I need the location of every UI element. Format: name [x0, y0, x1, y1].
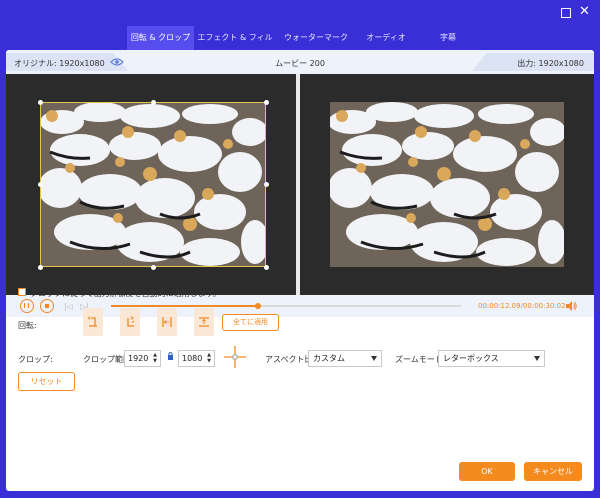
tab-subtitle[interactable]: 字幕 [416, 26, 480, 50]
chevron-down-icon [371, 356, 377, 361]
crop-handle-top[interactable] [150, 99, 156, 105]
tab-audio[interactable]: オーディオ [356, 26, 416, 50]
flip-horizontal-button[interactable] [157, 308, 177, 336]
info-bar: オリジナル: 1920x1080 ムービー 200 出力: 1920x1080 [6, 50, 594, 74]
crop-width-stepper[interactable]: ▲ ▼ [151, 352, 159, 365]
stop-icon [44, 303, 49, 308]
crop-handle-left[interactable] [37, 182, 43, 187]
timeline-progress [111, 305, 258, 307]
link-aspect-icon[interactable] [167, 351, 174, 361]
stop-button[interactable] [40, 299, 54, 313]
timeline-track[interactable] [111, 303, 461, 309]
crop-box[interactable] [40, 102, 266, 267]
rotation-label: 回転: [18, 321, 37, 330]
duration: 00:00:30.02 [522, 302, 566, 310]
flip-vertical-icon [199, 317, 209, 327]
chevron-down-icon [534, 356, 540, 361]
zoom-mode-select[interactable]: レターボックス [438, 350, 545, 367]
time-display: 00:00:12.09/00:00:30.02 [478, 302, 566, 310]
crop-handle-top-right[interactable] [263, 99, 269, 105]
pause-button[interactable] [20, 299, 34, 313]
current-time: 00:00:12.09 [478, 302, 521, 310]
crop-width-input[interactable]: 1920 ▲ ▼ [124, 350, 161, 367]
zoom-mode-value: レターボックス [443, 354, 499, 363]
previous-frame-icon[interactable]: |◁ [64, 302, 73, 311]
flip-vertical-button[interactable] [194, 308, 214, 336]
output-resolution: 出力: 1920x1080 [517, 59, 584, 68]
tab-rotate-crop[interactable]: 回転 & クロップ [127, 26, 194, 50]
tab-effects-filters[interactable]: エフェクト & フィルター [194, 26, 276, 66]
crop-handle-bottom-right[interactable] [263, 264, 269, 270]
rotate-right-icon [127, 316, 135, 327]
reset-button[interactable]: リセット [18, 372, 75, 391]
center-crop-icon[interactable] [224, 346, 246, 368]
volume-icon[interactable] [565, 300, 577, 312]
crop-handle-bottom[interactable] [150, 264, 156, 270]
crop-height-input[interactable]: 1080 ▲ ▼ [178, 350, 215, 367]
maximize-icon[interactable] [561, 8, 571, 18]
rotate-left-icon [87, 316, 97, 327]
auto-apply-checkbox[interactable] [18, 288, 26, 296]
pause-icon [24, 303, 29, 308]
crop-label: クロップ: [18, 355, 53, 364]
editor-panel: オリジナル: 1920x1080 ムービー 200 出力: 1920x1080 [6, 50, 594, 491]
crop-height-stepper[interactable]: ▲ ▼ [205, 352, 213, 365]
cancel-button[interactable]: キャンセル [524, 462, 582, 481]
original-preview [6, 74, 296, 295]
ok-button[interactable]: OK [459, 462, 515, 481]
crop-handle-top-left[interactable] [37, 99, 43, 105]
tab-watermark[interactable]: ウォーターマーク [276, 26, 356, 50]
crop-handle-bottom-left[interactable] [37, 264, 43, 270]
output-preview [300, 74, 594, 295]
crop-width-value: 1920 [128, 354, 149, 363]
rotate-left-button[interactable] [83, 308, 103, 336]
apply-all-button[interactable]: 全てに適用 [222, 314, 279, 331]
crop-height-value: 1080 [182, 354, 203, 363]
close-icon[interactable]: ✕ [579, 5, 591, 18]
aspect-ratio-value: カスタム [313, 354, 345, 363]
aspect-ratio-select[interactable]: カスタム [308, 350, 382, 367]
auto-apply-label: クロップに従って出力解像度を自動的に適用します。 [30, 289, 221, 298]
rotate-right-button[interactable] [120, 308, 140, 336]
timeline-knob[interactable] [255, 303, 261, 309]
crop-handle-right[interactable] [263, 182, 269, 187]
flip-horizontal-icon [162, 317, 172, 327]
title-bar: ✕ [0, 0, 600, 26]
tab-bar: 回転 & クロップ エフェクト & フィルター ウォーターマーク オーディオ 字… [127, 26, 480, 66]
video-frame-output [330, 102, 564, 267]
